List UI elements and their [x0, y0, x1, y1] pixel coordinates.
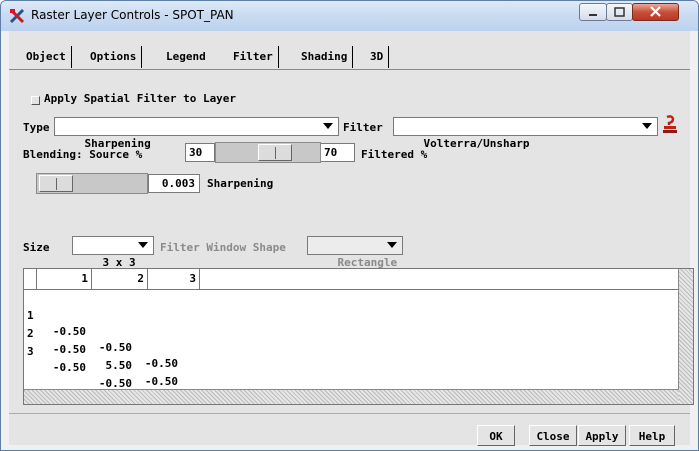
apply-filter-checkbox[interactable] — [31, 96, 40, 105]
kernel-grid-header: 1 2 3 — [24, 269, 679, 290]
tab-object[interactable]: Object — [21, 46, 72, 68]
blend-slider-thumb[interactable] — [258, 144, 292, 161]
kernel-grid[interactable]: 1 2 3 1 -0.50 -0.50 -0.50 2 -0.50 5.50 -… — [23, 268, 694, 406]
close-icon — [650, 6, 661, 17]
tab-label: Filter — [233, 50, 273, 63]
tab-shading[interactable]: Shading — [296, 46, 354, 68]
tab-label: Object — [26, 50, 66, 63]
chevron-down-icon — [384, 237, 400, 254]
kernel-cell[interactable]: -0.50 — [136, 374, 178, 390]
column-header: 3 — [148, 269, 200, 289]
tab-filter[interactable]: Filter — [228, 46, 279, 68]
table-row[interactable]: 2 -0.50 5.50 -0.50 — [24, 310, 178, 388]
close-window-button[interactable] — [632, 3, 679, 21]
column-header-label: 3 — [189, 272, 196, 285]
source-percent-value: 30 — [189, 146, 203, 159]
filter-label: Filter — [343, 121, 383, 134]
sharpening-field[interactable]: 0.003 — [148, 174, 200, 193]
title-bar[interactable]: Raster Layer Controls - SPOT_PAN — [1, 1, 698, 31]
size-label: Size — [23, 241, 50, 254]
tab-legend[interactable]: Legend — [161, 46, 211, 68]
window-shape-dropdown[interactable]: Rectangle — [307, 236, 403, 269]
stamp-icon[interactable] — [662, 115, 678, 135]
window-title: Raster Layer Controls - SPOT_PAN — [31, 8, 234, 22]
size-dropdown[interactable]: 3 x 3 — [72, 236, 154, 269]
window-shape-label: Filter Window Shape — [160, 241, 286, 254]
ok-button[interactable]: OK — [477, 425, 515, 446]
dialog-window: Raster Layer Controls - SPOT_PAN Object … — [0, 0, 699, 451]
source-percent-field[interactable]: 30 — [185, 143, 215, 162]
row-index: 3 — [27, 345, 34, 358]
blending-label: Blending: Source % — [23, 148, 143, 161]
tab-label: Legend — [166, 50, 206, 63]
filtered-percent-field[interactable]: 70 — [321, 143, 355, 162]
help-button[interactable]: Help — [629, 425, 675, 446]
table-row[interactable]: 1 -0.50 -0.50 -0.50 — [24, 292, 178, 370]
help-button-label: Help — [638, 430, 666, 443]
filtered-percent-value: 70 — [324, 146, 338, 159]
sharpening-slider-thumb[interactable] — [39, 175, 73, 192]
blend-slider[interactable] — [215, 142, 321, 163]
tab-label: Shading — [301, 50, 348, 63]
tab-label: 3D — [370, 50, 384, 63]
maximize-button[interactable] — [606, 3, 633, 21]
chevron-down-icon — [639, 118, 655, 135]
column-header-label: 2 — [137, 272, 144, 285]
column-header: 2 — [92, 269, 148, 289]
tab-divider — [9, 69, 690, 70]
kernel-cell[interactable]: -0.50 — [90, 340, 132, 356]
minimize-button[interactable] — [579, 3, 607, 21]
type-label: Type — [23, 121, 50, 134]
grid-corner — [24, 269, 37, 289]
ok-button-label: OK — [489, 430, 503, 443]
kernel-cell[interactable]: -0.50 — [42, 360, 86, 376]
kernel-cell[interactable]: -0.50 — [136, 356, 178, 372]
vertical-scrollbar[interactable] — [678, 269, 693, 404]
apply-filter-label: Apply Spatial Filter to Layer — [44, 92, 237, 105]
table-row[interactable]: 3 -0.50 -0.50 -0.50 — [24, 328, 178, 406]
chevron-down-icon — [135, 237, 151, 254]
column-header-label: 1 — [81, 272, 88, 285]
sharpening-value: 0.003 — [161, 177, 195, 190]
minimize-icon — [589, 14, 597, 16]
tab-options[interactable]: Options — [85, 46, 143, 68]
filtered-label: Filtered % — [361, 148, 428, 161]
sharpening-label: Sharpening — [207, 177, 274, 190]
app-icon — [9, 8, 25, 24]
chevron-down-icon — [320, 118, 336, 135]
kernel-cell[interactable]: 5.50 — [90, 358, 133, 374]
apply-button[interactable]: Apply — [578, 425, 626, 446]
filter-dropdown[interactable]: Volterra/Unsharp — [393, 117, 658, 150]
column-header: 1 — [37, 269, 92, 289]
tab-label: Options — [90, 50, 137, 63]
sharpening-slider[interactable] — [36, 173, 148, 194]
type-dropdown[interactable]: Sharpening — [54, 117, 339, 150]
filter-value: Volterra/Unsharp — [423, 137, 530, 150]
close-button[interactable]: Close — [529, 425, 577, 446]
apply-button-label: Apply — [585, 430, 619, 443]
tab-3d[interactable]: 3D — [365, 46, 390, 68]
horizontal-scrollbar[interactable] — [24, 389, 679, 404]
close-button-label: Close — [536, 430, 570, 443]
maximize-icon — [614, 7, 625, 17]
